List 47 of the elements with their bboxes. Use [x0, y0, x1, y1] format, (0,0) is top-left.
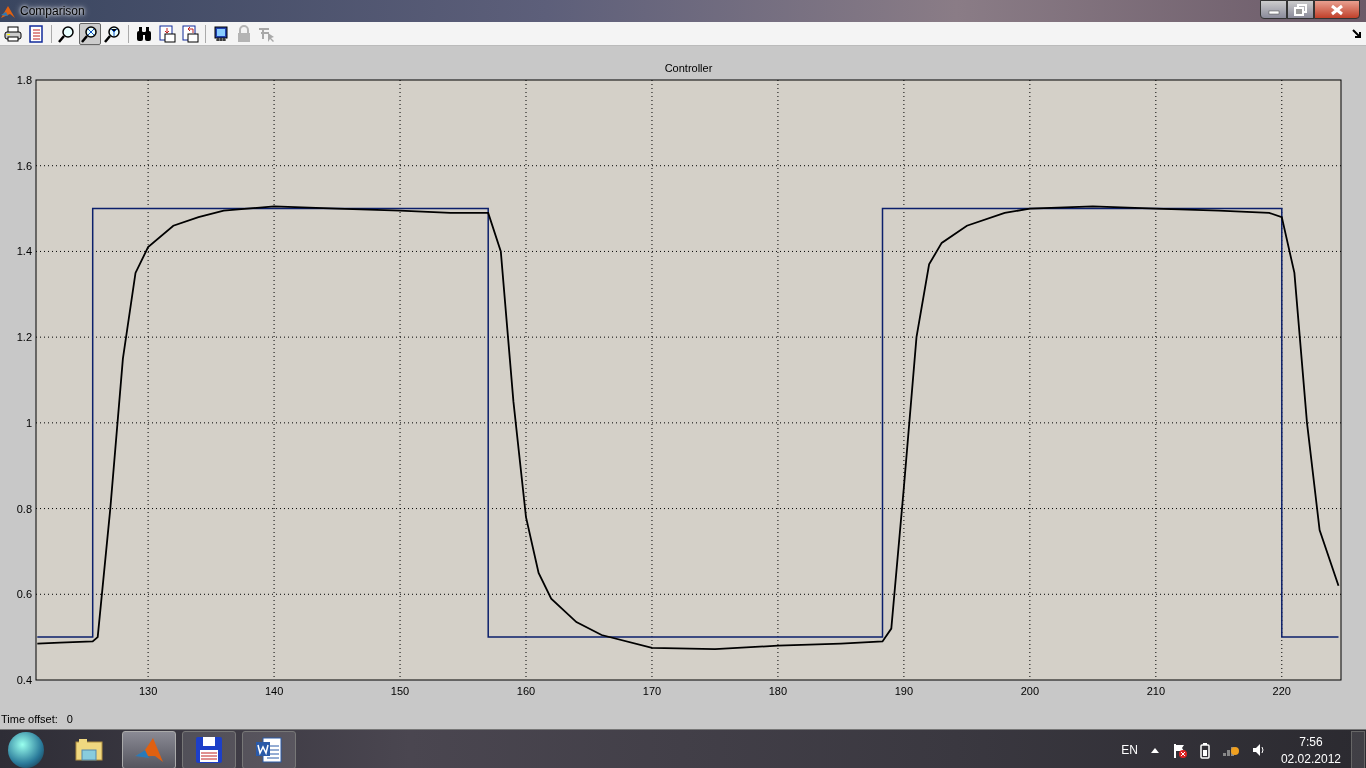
- clock-time: 7:56: [1299, 734, 1323, 749]
- x-tick-label: 130: [138, 685, 158, 697]
- dock-arrow-icon: [1351, 27, 1362, 39]
- x-tick-label: 210: [1146, 685, 1165, 697]
- y-tick-label: 1.2: [16, 331, 32, 344]
- restore-button[interactable]: [1287, 0, 1314, 19]
- y-tick-label: 1.8: [16, 74, 32, 86]
- toolbar-button[interactable]: [179, 22, 201, 45]
- toolbar-button[interactable]: [156, 22, 178, 45]
- close-icon: [1330, 3, 1344, 16]
- minimize-button[interactable]: [1260, 0, 1287, 19]
- time-offset-value: 0: [66, 712, 73, 725]
- taskbar-app-button[interactable]: [182, 731, 236, 768]
- binoculars-icon: [135, 24, 153, 43]
- y-tick-label: 0.6: [16, 588, 32, 601]
- window-title: Comparison: [20, 4, 85, 18]
- time-offset-label: Time offset:: [1, 712, 58, 725]
- chart-title: Controller: [664, 62, 713, 74]
- x-tick-label: 200: [1020, 685, 1040, 697]
- y-tick-label: 1.4: [16, 245, 32, 258]
- chevron-up-icon: [1149, 746, 1160, 754]
- x-tick-label: 170: [642, 685, 662, 697]
- language-indicator[interactable]: EN: [1121, 743, 1138, 757]
- word-document-icon: [253, 734, 285, 766]
- speaker-icon: [1251, 742, 1265, 758]
- lock-icon: [235, 24, 253, 43]
- y-tick-label: 1.6: [16, 159, 32, 172]
- y-tick-label: 0.4: [16, 674, 32, 686]
- clock-date: 02.02.2012: [1280, 751, 1341, 766]
- restore-icon: [1293, 3, 1308, 16]
- clock[interactable]: 7:56 02.02.2012: [1280, 734, 1341, 766]
- toolbar-button[interactable]: [79, 22, 101, 45]
- close-button[interactable]: [1314, 0, 1360, 19]
- y-tick-label: 0.8: [16, 502, 32, 515]
- monitor-icon: [212, 24, 230, 43]
- x-tick-label: 220: [1272, 685, 1291, 697]
- x-tick-label: 150: [390, 685, 410, 697]
- x-tick-label: 160: [516, 685, 536, 697]
- battery-icon: [1199, 741, 1210, 759]
- zoom-x-icon: [81, 24, 99, 43]
- taskbar-app-button[interactable]: [242, 731, 296, 768]
- y-tick-label: 1: [25, 416, 32, 429]
- x-tick-label: 140: [264, 685, 284, 697]
- flag-icon: [1171, 741, 1188, 759]
- x-tick-label: 180: [768, 685, 788, 697]
- x-tick-label: 190: [894, 685, 914, 697]
- start-button[interactable]: [8, 732, 44, 768]
